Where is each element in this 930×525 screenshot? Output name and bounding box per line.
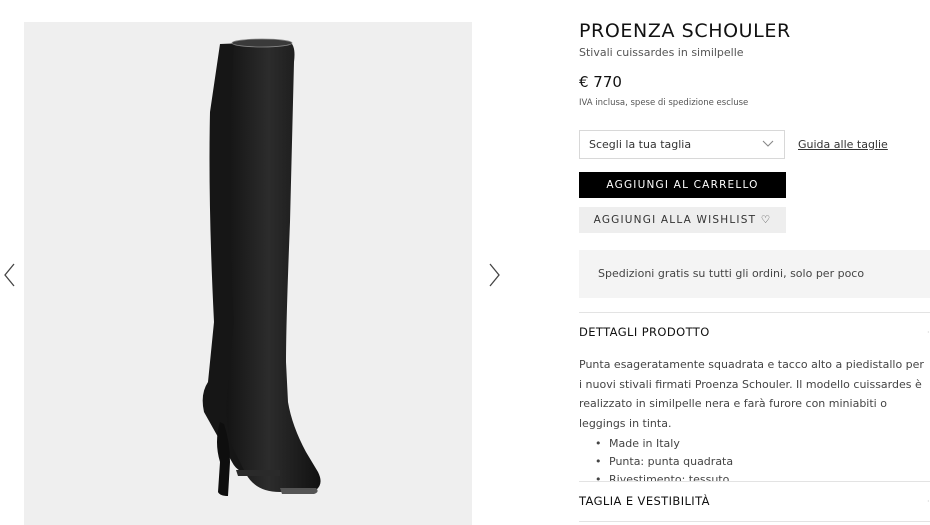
list-item: Rivestimento: tessuto <box>595 471 925 481</box>
divider <box>579 521 930 522</box>
brand-name[interactable]: PROENZA SCHOULER <box>579 20 791 42</box>
chevron-right-icon <box>489 263 500 287</box>
product-price: € 770 <box>579 73 622 91</box>
shipping-text: Spedizioni gratis su tutti gli ordini, s… <box>598 267 865 280</box>
product-description: Punta esageratamente squadrata e tacco a… <box>579 358 924 430</box>
size-fit-heading[interactable]: TAGLIA E VESTIBILITÀ <box>579 494 710 508</box>
product-info-panel: PROENZA SCHOULER Stivali cuissardes in s… <box>579 0 930 525</box>
size-select-value: Scegli la tua taglia <box>589 138 692 151</box>
product-features-list: Made in Italy Punta: punta quadrata Rive… <box>595 435 925 481</box>
list-item: Made in Italy <box>595 435 925 453</box>
tax-note: IVA inclusa, spese di spedizione escluse <box>579 98 749 108</box>
add-to-cart-button[interactable]: AGGIUNGI AL CARRELLO <box>579 172 786 198</box>
chevron-down-icon <box>762 140 774 147</box>
gallery-prev-button[interactable] <box>2 262 18 288</box>
chevron-left-icon <box>4 263 15 287</box>
divider <box>579 481 930 482</box>
product-image[interactable] <box>24 22 472 525</box>
shipping-banner: Spedizioni gratis su tutti gli ordini, s… <box>579 250 930 298</box>
list-item: Punta: punta quadrata <box>595 453 925 471</box>
size-guide-link[interactable]: Guida alle taglie <box>798 138 888 151</box>
size-select[interactable]: Scegli la tua taglia <box>579 130 785 159</box>
divider <box>579 312 930 313</box>
add-to-wishlist-button[interactable]: AGGIUNGI ALLA WISHLIST ♡ <box>579 207 786 233</box>
product-name: Stivali cuissardes in similpelle <box>579 46 744 59</box>
product-details-heading[interactable]: DETTAGLI PRODOTTO <box>579 325 710 339</box>
boots-image <box>202 38 321 496</box>
gallery-next-button[interactable] <box>486 262 502 288</box>
